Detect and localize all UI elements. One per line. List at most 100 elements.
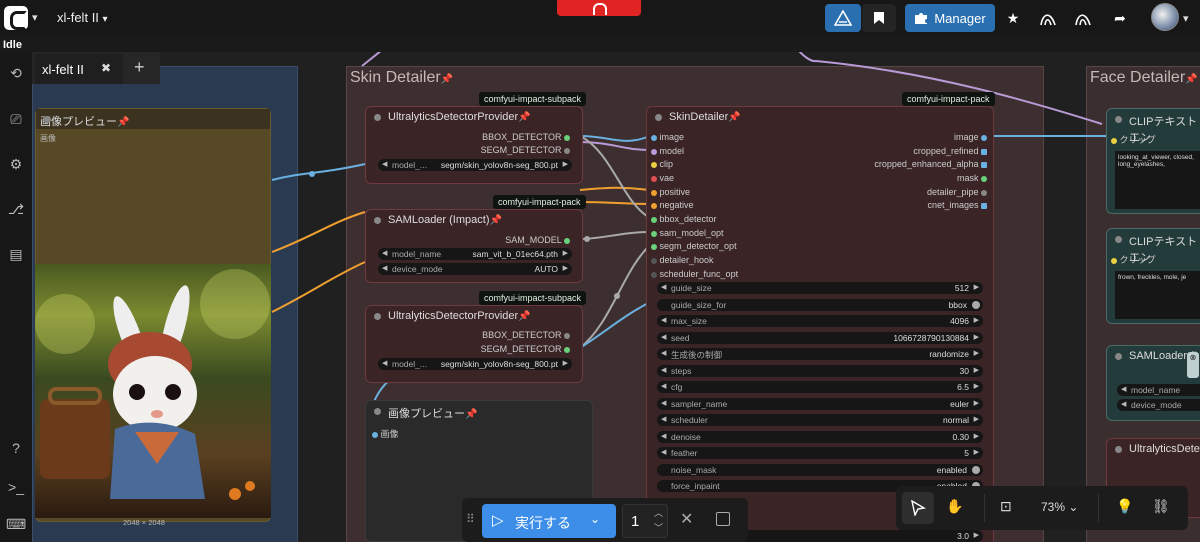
input-image[interactable]: image xyxy=(651,132,684,142)
model-icon-button-2[interactable] xyxy=(1069,4,1097,32)
model-icon-button[interactable] xyxy=(1034,4,1062,32)
input-negative[interactable]: negative xyxy=(651,200,694,210)
arrow-left-icon[interactable]: ◀ xyxy=(382,160,387,168)
select-tool-button[interactable] xyxy=(902,492,934,524)
output-cropped-refined[interactable]: cropped_refined xyxy=(913,146,987,156)
arrow-left-icon[interactable]: ◀ xyxy=(661,415,666,423)
input-bbox-detector[interactable]: bbox_detector xyxy=(651,214,717,224)
arrow-left-icon[interactable]: ◀ xyxy=(1121,400,1126,408)
terminal-icon[interactable]: >_ xyxy=(6,478,26,496)
widget-guide-size-for[interactable]: guide_size_for bbox xyxy=(657,299,983,311)
arrow-right-icon[interactable]: ▶ xyxy=(974,531,979,539)
templates-icon[interactable]: ▤ xyxy=(6,245,26,263)
output-bbox-detector[interactable]: BBOX_DETECTOR xyxy=(482,132,570,142)
zoom-level[interactable]: 73% ⌄ xyxy=(1041,500,1078,514)
model-name-widget[interactable]: ◀model_namesa xyxy=(1117,384,1200,396)
arrow-left-icon[interactable]: ◀ xyxy=(382,264,387,272)
device-mode-widget[interactable]: ◀ device_mode AUTO ▶ xyxy=(378,263,572,275)
output-segm-detector[interactable]: SEGM_DETECTOR xyxy=(481,145,570,155)
node-clip-text-2[interactable]: CLIPテキストエン クリップ frown, freckles, mole, j… xyxy=(1106,228,1200,324)
arrow-right-icon[interactable]: ▶ xyxy=(563,160,568,168)
preview-image[interactable] xyxy=(35,264,271,518)
arrow-left-icon[interactable]: ◀ xyxy=(661,349,666,357)
arrow-left-icon[interactable]: ◀ xyxy=(661,366,666,374)
arrow-right-icon[interactable]: ▶ xyxy=(974,366,979,374)
arrow-right-icon[interactable]: ▶ xyxy=(563,264,568,272)
model-widget[interactable]: ◀ model_... segm/skin_yolov8n-seg_800.pt ▶ xyxy=(378,358,572,370)
device-mode-widget[interactable]: ◀ device_mode xyxy=(1117,399,1200,411)
arrow-left-icon[interactable]: ◀ xyxy=(661,448,666,456)
side-handle-icon[interactable]: ⊗ xyxy=(1187,352,1199,378)
node-samloader[interactable]: SAMLoader (Impact)📌 SAM_MODEL ◀ model_nam… xyxy=(365,209,583,283)
workflow-title[interactable]: xl-felt II ▾ xyxy=(57,10,108,25)
arrow-right-icon[interactable]: ▶ xyxy=(563,249,568,257)
widget-noise-mask[interactable]: noise_mask enabled xyxy=(657,464,983,476)
widget-feather[interactable]: ◀ feather 5 ▶ xyxy=(657,447,983,459)
queue-icon[interactable]: ⎚ xyxy=(6,110,26,128)
widget-scheduler[interactable]: ◀ scheduler normal ▶ xyxy=(657,414,983,426)
prompt-textarea[interactable]: looking_at_viewer, closed, long_eyelashe… xyxy=(1115,151,1200,209)
input-sam-model-opt[interactable]: sam_model_opt xyxy=(651,228,724,238)
model-name-widget[interactable]: ◀ model_name sam_vit_b_01ec64.pth ▶ xyxy=(378,248,572,260)
node-library-button[interactable] xyxy=(825,4,861,32)
arrow-right-icon[interactable]: ▶ xyxy=(974,382,979,390)
lightbulb-icon[interactable]: 💡 xyxy=(1116,498,1133,515)
arrow-right-icon[interactable]: ▶ xyxy=(974,349,979,357)
manager-button[interactable]: Manager xyxy=(905,4,995,32)
arrow-right-icon[interactable]: ▶ xyxy=(974,448,979,456)
widget-steps[interactable]: ◀ steps 30 ▶ xyxy=(657,365,983,377)
output-mask[interactable]: mask xyxy=(957,173,987,183)
arrow-left-icon[interactable]: ◀ xyxy=(661,316,666,324)
node-samloader-2[interactable]: SAMLoader (I ◀model_namesa ◀device_mode xyxy=(1106,345,1200,421)
comfy-logo-icon[interactable] xyxy=(4,6,28,30)
prompt-textarea[interactable]: frown, freckles, mole, je xyxy=(1115,271,1200,319)
add-tab-icon[interactable]: + xyxy=(134,57,145,78)
widget-cfg[interactable]: ◀ cfg 6.5 ▶ xyxy=(657,381,983,393)
arrow-left-icon[interactable]: ◀ xyxy=(661,333,666,341)
arrow-right-icon[interactable]: ▶ xyxy=(974,333,979,341)
chevron-down-icon[interactable]: ▾ xyxy=(32,11,38,24)
avatar[interactable] xyxy=(1151,3,1179,31)
close-icon[interactable]: ✖ xyxy=(101,61,111,75)
arrow-left-icon[interactable]: ◀ xyxy=(661,432,666,440)
output-cnet-images[interactable]: cnet_images xyxy=(927,200,987,210)
arrow-right-icon[interactable]: ▶ xyxy=(974,415,979,423)
workflows-icon[interactable]: ⎇ xyxy=(6,200,26,218)
arrow-right-icon[interactable]: ▶ xyxy=(563,359,568,367)
arrow-right-icon[interactable]: ▶ xyxy=(974,399,979,407)
node-ultralytics-2[interactable]: UltralyticsDetectorProvider📌 BBOX_DETECT… xyxy=(365,305,583,383)
arrow-left-icon[interactable]: ◀ xyxy=(661,382,666,390)
input-vae[interactable]: vae xyxy=(651,173,674,183)
fit-view-icon[interactable]: ⊡ xyxy=(1000,498,1012,515)
input-scheduler-func-opt[interactable]: scheduler_func_opt xyxy=(651,269,738,279)
graph-canvas[interactable]: Skin Detailer📌 Face Detailer📌 画像プレビュー📌 画… xyxy=(32,52,1200,542)
chevron-down-icon[interactable]: ⌄ xyxy=(590,512,600,526)
node-library-icon[interactable]: ⚙ xyxy=(6,155,26,173)
chevron-up-icon[interactable]: ︿ xyxy=(654,506,663,519)
toggle-knob[interactable] xyxy=(972,301,980,309)
arrow-left-icon[interactable]: ◀ xyxy=(382,249,387,257)
batch-count-input[interactable]: 1 ︿ ﹀ xyxy=(622,504,668,538)
input-clip[interactable]: クリップ xyxy=(1111,133,1156,146)
widget-guide-size[interactable]: ◀ guide_size 512 ▶ xyxy=(657,282,983,294)
output-segm-detector[interactable]: SEGM_DETECTOR xyxy=(481,344,570,354)
star-button[interactable]: ★ xyxy=(999,4,1027,32)
widget-control-after-generate[interactable]: ◀ 生成後の制御 randomize ▶ xyxy=(657,348,983,360)
output-detailer-pipe[interactable]: detailer_pipe xyxy=(927,187,987,197)
drag-handle-icon[interactable]: ⠿ xyxy=(466,512,475,526)
input-image[interactable]: 画像 xyxy=(372,427,399,440)
arrow-right-icon[interactable]: ▶ xyxy=(974,283,979,291)
widget-max-size[interactable]: ◀ max_size 4096 ▶ xyxy=(657,315,983,327)
queue-indicator[interactable] xyxy=(557,0,641,16)
node-ultralytics-1[interactable]: UltralyticsDetectorProvider📌 BBOX_DETECT… xyxy=(365,106,583,184)
arrow-left-icon[interactable]: ◀ xyxy=(382,359,387,367)
input-positive[interactable]: positive xyxy=(651,187,690,197)
widget-seed[interactable]: ◀ seed 1066728790130884 ▶ xyxy=(657,332,983,344)
input-clip[interactable]: クリップ xyxy=(1111,253,1156,266)
stop-icon[interactable] xyxy=(716,512,730,526)
node-skin-detailer[interactable]: SkinDetailer📌 image model clip vae posit… xyxy=(646,106,994,542)
node-clip-text-1[interactable]: CLIPテキストエン クリップ looking_at_viewer, close… xyxy=(1106,108,1200,214)
run-button[interactable]: ▷ 実行する ⌄ xyxy=(482,504,616,538)
output-sam-model[interactable]: SAM_MODEL xyxy=(505,235,570,245)
hand-icon[interactable]: ✋ xyxy=(946,498,963,515)
